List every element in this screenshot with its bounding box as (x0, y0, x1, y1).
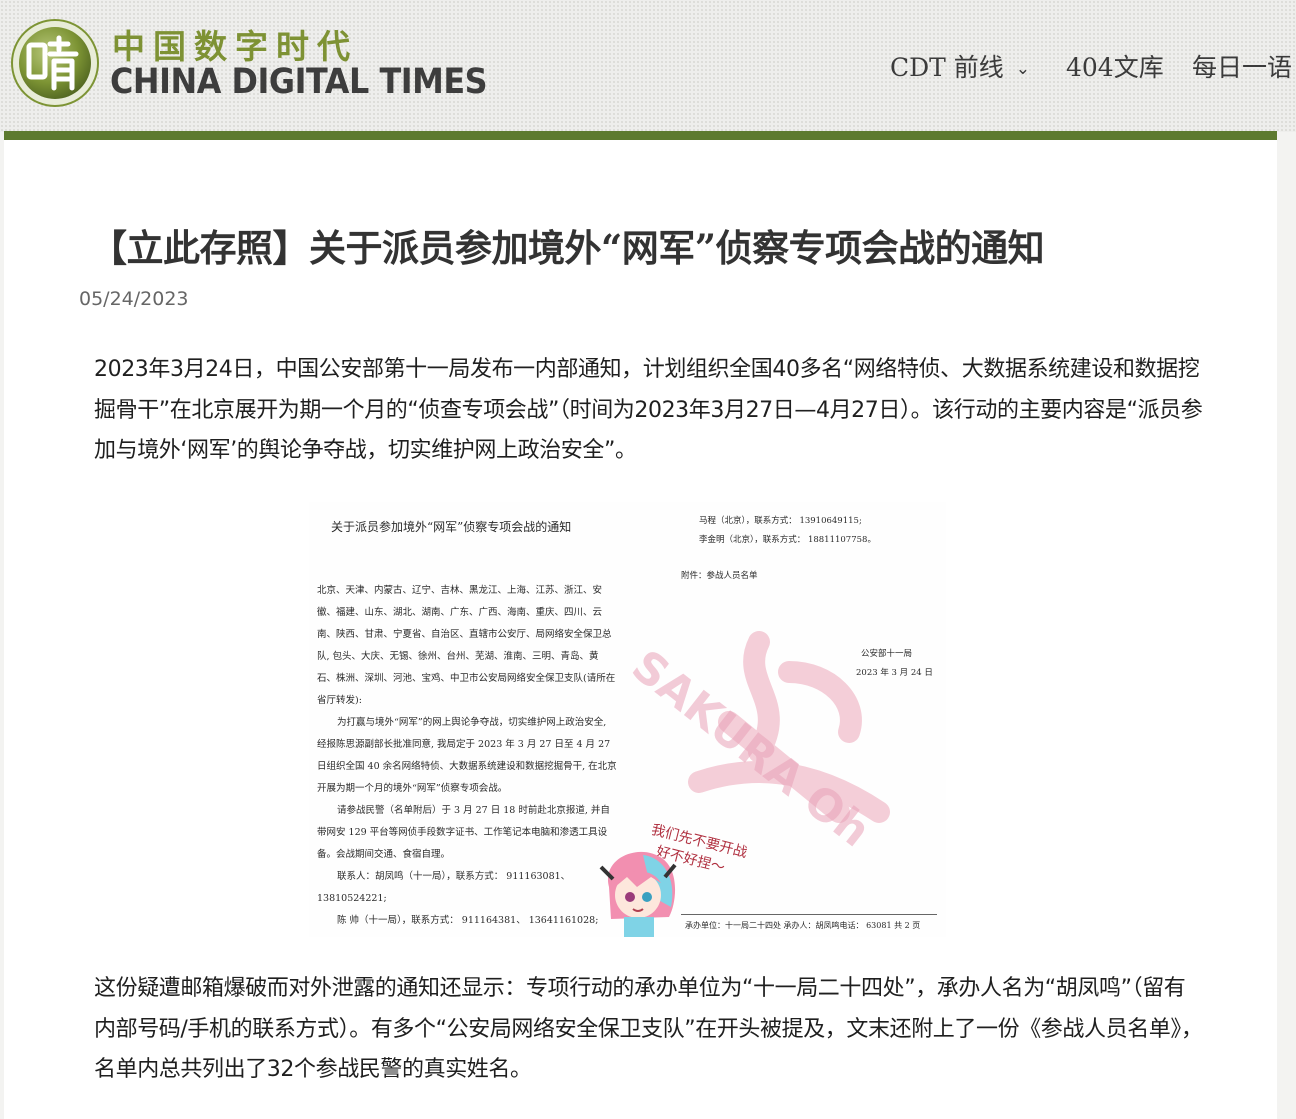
document-contacts-right: 马程（北京），联系方式： 13910649115; 李金明（北京），联系方式： … (699, 512, 876, 550)
document-title: 关于派员参加境外“网军”侦察专项会战的通知 (331, 520, 572, 534)
document-contact: 李金明（北京），联系方式： 18811107758。 (699, 535, 876, 545)
logo-english-text[interactable]: CHINA DIGITAL TIMES (110, 62, 488, 102)
article-paragraph: 2023年3月24日，中国公安部第十一局发布一内部通知，计划组织全国40多名“网… (94, 357, 1203, 463)
nav-item-label: CDT 前线 (890, 53, 1004, 82)
header-accent-bar (4, 131, 1277, 140)
document-footer: 承办单位：十一局二十四处 承办人：胡凤鸣电话： 63081 共 2 页 (685, 921, 921, 930)
nav-item-daily-phrase[interactable]: 每日一语 (1192, 48, 1292, 84)
document-contact: 马程（北京），联系方式： 13910649115; (699, 516, 862, 526)
logo-chinese-text[interactable]: 中国数字时代 (112, 20, 358, 68)
anime-mascot-sticker (599, 851, 677, 937)
site-header: 中国数字时代 CHINA DIGITAL TIMES CDT 前线 ⌄ 404文库… (0, 0, 1296, 132)
nav-item-cdt-frontline[interactable]: CDT 前线 ⌄ (890, 48, 1030, 84)
leaked-document-image[interactable]: 关于派员参加境外“网军”侦察专项会战的通知 北京、天津、内蒙古、辽宁、吉林、黑龙… (309, 502, 946, 937)
nav-item-404-library[interactable]: 404文库 (1066, 48, 1164, 84)
document-contact: 陈 帅（十一局），联系方式： 911164381、 13641161028; (337, 915, 599, 926)
article-title[interactable]: 【立此存照】关于派员参加境外“网军”侦察专项会战的通知 (90, 218, 1240, 272)
chevron-down-icon: ⌄ (1015, 59, 1031, 79)
article-date: 05/24/2023 (79, 288, 189, 310)
watermark-graphic: SAKURA Oh (622, 631, 890, 852)
article-paragraph: 这份疑遭邮箱爆破而对外泄露的通知还显示：专项行动的承办单位为“十一局二十四处”，… (94, 976, 1203, 1082)
document-contact: 13810524221; (317, 893, 387, 904)
document-footer-rule (681, 914, 937, 915)
logo-emblem-icon[interactable] (10, 18, 100, 108)
article-card: 【立此存照】关于派员参加境外“网军”侦察专项会战的通知 05/24/2023 2… (4, 140, 1277, 1119)
document-attachment-note: 附件：参战人员名单 (681, 571, 758, 581)
document-contact: 联系人：胡凤鸣（十一局），联系方式： 911163081、 (337, 871, 571, 882)
